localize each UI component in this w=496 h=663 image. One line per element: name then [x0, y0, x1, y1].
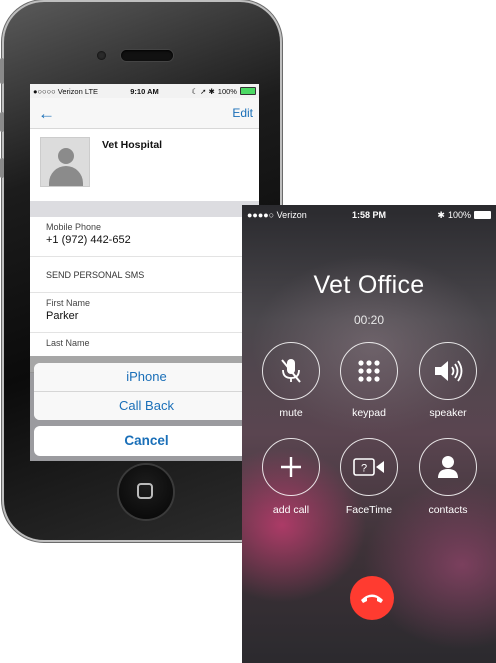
mobile-phone-row[interactable]: Mobile Phone +1 (972) 442-652 ✆	[30, 217, 259, 257]
action-sheet-options: iPhone Call Back	[34, 363, 259, 420]
contact-name: Vet Hospital	[102, 139, 163, 151]
cancel-button[interactable]: Cancel	[34, 426, 259, 456]
mute-button[interactable]	[262, 342, 320, 400]
mobile-phone-value: +1 (972) 442-652	[46, 234, 131, 246]
back-arrow-icon[interactable]: ←	[38, 104, 55, 124]
mute-microphone-icon	[281, 359, 301, 383]
speaker-button[interactable]	[419, 342, 477, 400]
contacts-button[interactable]	[419, 438, 477, 496]
call-battery-percent: 100%	[447, 210, 471, 220]
call-carrier: ●●●●○ Verizon	[247, 210, 307, 220]
home-square-icon	[137, 483, 153, 499]
battery-icon	[239, 87, 256, 95]
home-button[interactable]	[119, 465, 173, 519]
send-sms-label: SEND PERSONAL SMS	[46, 270, 145, 280]
mute-label: mute	[279, 407, 303, 419]
edit-button[interactable]: Edit	[232, 106, 253, 120]
front-camera	[97, 51, 106, 60]
contact-screen: ●○○○○ Verizon LTE 9:10 AM ☾ ➚ ✱ 100% ← E…	[30, 84, 259, 461]
first-name-row: First Name Parker	[30, 293, 259, 333]
svg-text:?: ?	[361, 463, 367, 475]
in-call-screen: ●●●●○ Verizon 1:58 PM ✱ 100% Vet Office …	[242, 205, 496, 663]
status-bar: ●○○○○ Verizon LTE 9:10 AM ☾ ➚ ✱ 100%	[30, 84, 259, 98]
last-name-label: Last Name	[46, 338, 90, 348]
first-name-label: First Name	[46, 298, 91, 308]
contact-avatar-icon[interactable]	[40, 137, 90, 187]
keypad-grid-icon	[358, 360, 380, 382]
keypad-label: keypad	[352, 407, 386, 419]
iphone-option-button[interactable]: iPhone	[34, 363, 259, 391]
call-battery-icon	[473, 211, 491, 219]
speaker-volume-icon	[435, 360, 463, 382]
add-call-label: add call	[272, 504, 310, 516]
bluetooth-icon: ✱	[437, 209, 445, 220]
add-call-button[interactable]	[262, 438, 320, 496]
contacts-label: contacts	[428, 504, 468, 516]
ringer-switch	[0, 58, 4, 84]
earpiece-speaker	[121, 50, 173, 61]
send-sms-row[interactable]: SEND PERSONAL SMS ◫	[30, 257, 259, 293]
call-status-time: 1:58 PM	[351, 210, 386, 220]
plus-icon	[281, 457, 301, 477]
contacts-person-icon	[438, 456, 458, 478]
action-sheet: iPhone Call Back Cancel	[34, 363, 259, 456]
call-status-bar: ●●●●○ Verizon 1:58 PM ✱ 100%	[242, 205, 496, 225]
status-icons: ☾ ➚ ✱	[191, 86, 215, 96]
carrier-signal: ●○○○○ Verizon LTE	[33, 86, 99, 96]
volume-up-button	[0, 112, 4, 132]
call-back-option-button[interactable]: Call Back	[34, 391, 259, 420]
end-call-button[interactable]	[350, 576, 394, 620]
facetime-camera-icon: ?	[353, 458, 384, 476]
caller-name: Vet Office	[313, 271, 425, 299]
keypad-button[interactable]	[340, 342, 398, 400]
contact-header: Vet Hospital	[30, 129, 259, 201]
battery-percent: 100%	[217, 86, 237, 96]
mobile-phone-label: Mobile Phone	[46, 222, 102, 232]
facetime-button[interactable]: ?	[340, 438, 398, 496]
first-name-value: Parker	[46, 310, 79, 322]
section-divider	[30, 201, 259, 217]
status-time: 9:10 AM	[130, 86, 159, 96]
navigation-bar: ← Edit	[30, 98, 259, 129]
status-right: ☾ ➚ ✱ 100%	[182, 87, 256, 96]
volume-down-button	[0, 158, 4, 178]
hang-up-phone-icon	[361, 594, 383, 603]
call-timer: 00:20	[353, 313, 385, 327]
facetime-label: FaceTime	[345, 504, 393, 516]
call-status-right: ✱ 100%	[410, 210, 491, 221]
speaker-label: speaker	[429, 407, 467, 419]
